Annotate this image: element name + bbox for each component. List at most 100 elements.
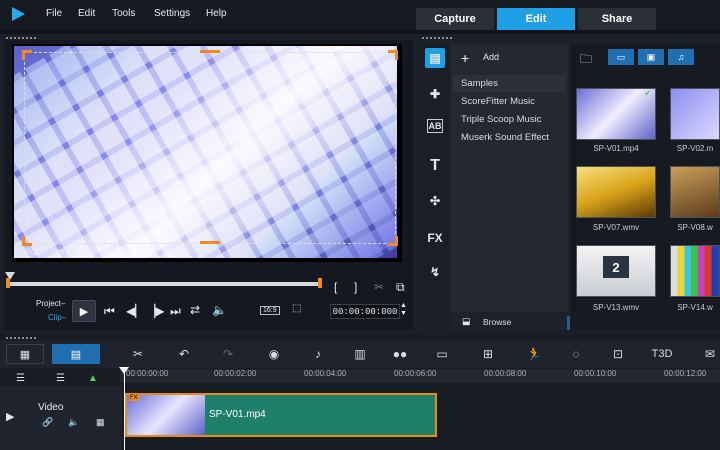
checkmark-icon: ✔ [644,88,652,98]
mark-in-icon[interactable]: [ [334,280,337,294]
project-mode-label[interactable]: Project– [36,299,65,308]
countdown-icon: 2 [603,256,629,278]
crop-handle[interactable] [22,236,32,246]
media-thumbnail[interactable] [576,166,656,218]
redo-icon[interactable]: ↷ [218,346,238,362]
tab-share[interactable]: Share [578,8,656,30]
panel-grip[interactable] [6,337,36,339]
playhead-marker-icon[interactable] [119,367,129,374]
media-icon[interactable]: ▤ [425,48,445,68]
show-videos-icon[interactable]: ▭ [608,49,634,65]
folder-scorefitter-music[interactable]: ScoreFitter Music [453,93,566,110]
end-icon[interactable]: ⏭ [170,304,181,319]
media-thumbnail[interactable] [670,245,720,297]
motion-tracking-icon[interactable]: ●● [390,346,410,362]
pan-zoom-icon[interactable]: ⊡ [608,346,628,362]
record-capture-icon[interactable]: ◉ [264,346,284,362]
title-icon[interactable]: T [425,156,445,176]
storyboard-view-icon[interactable]: ▦ [6,344,44,364]
media-thumbnail[interactable] [670,166,720,218]
fit-screen-icon[interactable]: ⬚ [292,303,301,314]
folder-triple-scoop-music[interactable]: Triple Scoop Music [453,111,566,128]
menu-edit[interactable]: Edit [78,8,95,19]
browse-icon[interactable]: ⬓ [462,316,471,327]
track-label: Video Track [22,247,75,258]
ruler-label: 00:00:08:00 [484,369,527,378]
ruler-label: 00:00:10:00 [574,369,617,378]
previous-frame-icon[interactable]: ◀▏ [126,304,144,318]
timeline-view-icon[interactable]: ▤ [52,344,100,364]
trim-in-handle[interactable] [6,278,10,288]
instant-project-icon[interactable]: ✚ [425,84,445,104]
subtitle-editor-icon[interactable]: ▭ [432,346,452,362]
menu-tools[interactable]: Tools [112,8,135,19]
folder-samples[interactable]: Samples [453,75,566,92]
mask-creator-icon[interactable]: ◌ [566,346,586,362]
scrub-bar[interactable] [8,282,322,286]
crop-handle[interactable] [200,50,220,53]
menu-settings[interactable]: Settings [154,8,190,19]
mark-out-icon[interactable]: ] [354,280,357,294]
ruler-label: 00:00:02:00 [214,369,257,378]
ruler-label: 00:00:06:00 [394,369,437,378]
media-thumbnail[interactable]: 2 [576,245,656,297]
add-folder-button[interactable]: Add [483,52,499,62]
timeline-clip[interactable]: FX SP-V01.mp4 [125,393,437,437]
more-tools-icon[interactable]: ✉ [700,346,720,362]
copy-icon[interactable]: ⧉ [396,280,405,295]
menu-file[interactable]: File [46,8,62,19]
mute-icon[interactable]: 🔈 [68,417,79,428]
media-label: SP-V08.w [677,223,713,232]
undo-icon[interactable]: ↶ [174,346,194,362]
import-folder-icon[interactable]: 🗀 [580,50,592,71]
play-button[interactable]: ▶ [72,300,96,322]
volume-icon[interactable]: 🔈 [212,303,227,317]
repeat-icon[interactable]: ⇄ [190,303,200,317]
show-photos-icon[interactable]: ▣ [638,49,664,65]
multi-camera-icon[interactable]: ⊞ [478,346,498,362]
time-remapping-icon[interactable]: 🏃 [524,346,544,362]
crop-handle[interactable] [22,50,32,60]
3d-title-icon[interactable]: T3D [652,346,673,362]
media-label: SP-V13.wmv [592,303,640,312]
filter-icon[interactable]: FX [425,228,445,248]
aspect-ratio-button[interactable]: 16:9 [260,306,280,315]
crop-handle[interactable] [200,241,220,244]
crop-handle[interactable] [388,50,398,60]
playhead[interactable] [124,367,125,450]
tab-edit[interactable]: Edit [497,8,575,30]
browse-button[interactable]: Browse [483,317,511,327]
media-label: SP-V14.w [677,303,713,312]
chapter-icon[interactable]: ☰ [56,373,65,384]
clip-mode-label[interactable]: Clip– [48,313,66,322]
ripple-edit-icon[interactable]: ▲ [88,373,98,384]
sound-mixer-icon[interactable]: ♪ [308,346,328,362]
crop-frame[interactable] [24,52,396,244]
next-frame-icon[interactable]: ▕▶ [146,304,164,318]
timecode-stepper[interactable]: ▲ ▼ [400,302,407,318]
track-manager-icon[interactable]: ☰ [16,373,25,384]
timecode-field[interactable]: 00:00:00:000 [330,304,400,319]
path-icon[interactable]: ↯ [425,262,445,282]
transition-icon[interactable]: AB [427,119,443,133]
panel-grip[interactable] [422,37,452,39]
grid-icon[interactable]: ▦ [96,417,105,428]
link-icon[interactable]: 🔗 [42,417,53,428]
auto-music-icon[interactable]: ▥ [350,346,370,362]
menu-help[interactable]: Help [206,8,227,19]
add-icon[interactable]: + [461,50,469,66]
tab-capture[interactable]: Capture [416,8,494,30]
graphic-icon[interactable]: ✣ [425,191,445,211]
media-label: SP-V07.wmv [592,223,640,232]
show-audio-icon[interactable]: ♫ [668,49,694,65]
fx-badge: FX [129,395,139,401]
scissors-icon[interactable]: ✂ [374,280,384,294]
media-thumbnail[interactable] [670,88,720,140]
trim-out-handle[interactable] [318,278,322,288]
folder-muserk-sound-effect[interactable]: Muserk Sound Effect [453,129,566,146]
tools-icon[interactable]: ✂ [128,346,148,362]
home-icon[interactable]: ⏮ [104,304,115,319]
divider [0,30,720,34]
panel-grip[interactable] [6,37,36,39]
crop-handle[interactable] [388,236,398,246]
